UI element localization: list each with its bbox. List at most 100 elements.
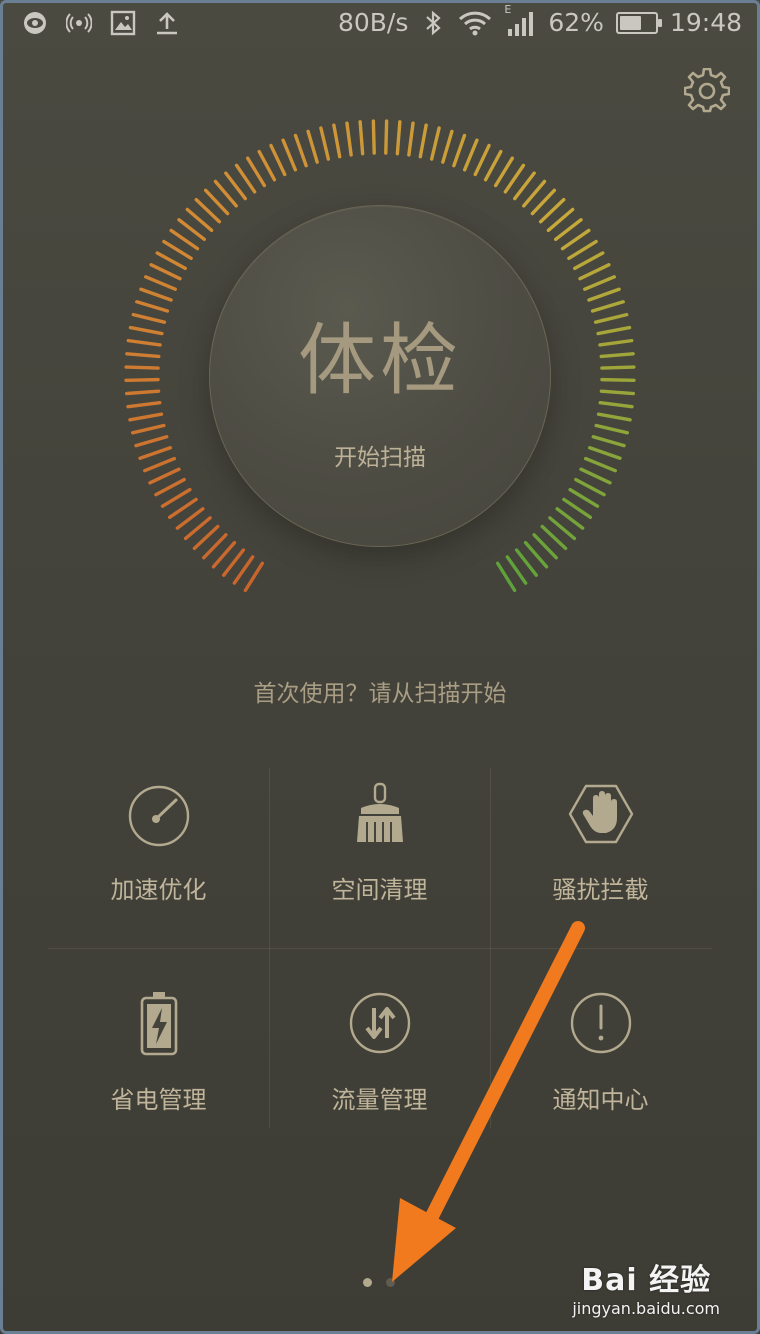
- tool-data-manage[interactable]: 流量管理: [269, 978, 490, 1158]
- ring-tick: [588, 446, 622, 460]
- ring-tick: [293, 133, 308, 168]
- scan-title: 体检: [297, 316, 462, 406]
- page-dot-active[interactable]: [363, 1278, 372, 1287]
- hotspot-icon: [66, 13, 92, 33]
- ring-tick: [593, 312, 629, 324]
- ring-tick: [134, 435, 169, 448]
- ring-tick: [345, 121, 353, 157]
- ring-tick: [418, 123, 428, 159]
- ring-tick: [568, 487, 600, 508]
- ring-tick: [600, 377, 636, 382]
- ring-tick: [319, 126, 331, 161]
- tool-notification-center[interactable]: 通知中心: [490, 978, 711, 1158]
- grid-divider: [48, 948, 712, 949]
- ring-tick: [495, 561, 517, 593]
- ring-tick: [503, 163, 526, 194]
- ring-tick: [567, 239, 598, 261]
- ring-tick: [135, 300, 170, 313]
- tool-speed-up[interactable]: 加速优化: [48, 768, 269, 948]
- ring-tick: [562, 497, 593, 520]
- tool-label: 空间清理: [331, 876, 428, 904]
- battery-charge-icon: [140, 992, 177, 1056]
- page-dot[interactable]: [386, 1278, 395, 1287]
- tool-label: 加速优化: [110, 876, 207, 904]
- ring-tick: [162, 239, 193, 261]
- watermark-url: jingyan.baidu.com: [572, 1299, 720, 1318]
- ring-tick: [371, 119, 376, 155]
- ring-tick: [306, 129, 319, 164]
- status-bar: 80B/s E 62% 19:48: [0, 0, 760, 52]
- gear-icon[interactable]: [684, 68, 730, 114]
- ring-tick: [407, 121, 415, 157]
- ring-tick: [269, 143, 287, 177]
- ring-tick: [596, 325, 632, 336]
- ring-tick: [128, 412, 164, 422]
- ring-tick: [155, 251, 187, 271]
- ring-tick: [395, 120, 402, 156]
- ring-tick: [578, 263, 611, 281]
- ring-tick: [594, 423, 630, 435]
- ring-tick: [128, 325, 164, 336]
- ring-tick: [452, 133, 467, 168]
- tool-label: 省电管理: [110, 1086, 207, 1114]
- net-speed: 80B/s: [337, 8, 409, 37]
- tool-power-save[interactable]: 省电管理: [48, 978, 269, 1158]
- tool-label: 通知中心: [552, 1086, 649, 1114]
- ring-tick: [124, 365, 160, 370]
- ring-tick: [579, 467, 612, 485]
- battery-icon: [615, 11, 662, 34]
- data-traffic-icon: [349, 992, 410, 1054]
- ring-tick: [505, 555, 528, 585]
- clock: 19:48: [669, 8, 742, 37]
- scan-hint: 首次使用？请从扫描开始: [253, 681, 507, 707]
- hand-block-icon: [568, 784, 633, 844]
- tool-space-clean[interactable]: 空间清理: [269, 768, 490, 948]
- ring-tick: [560, 228, 591, 251]
- ring-tick: [160, 487, 192, 508]
- ring-tick: [587, 287, 621, 302]
- tool-label: 流量管理: [331, 1086, 428, 1114]
- ring-tick: [600, 365, 636, 370]
- bluetooth-icon: [426, 10, 442, 35]
- tool-label: 骚扰拦截: [552, 876, 649, 904]
- ring-tick: [590, 300, 625, 313]
- ring-tick: [598, 338, 634, 347]
- watermark: Bai 经验 jingyan.baidu.com: [572, 1255, 720, 1318]
- ring-tick: [148, 467, 181, 485]
- ring-tick: [126, 338, 162, 347]
- image-icon: [110, 10, 136, 36]
- ring-tick: [149, 263, 182, 281]
- ring-tick: [234, 163, 257, 194]
- scan-button[interactable]: 体检 开始扫描: [209, 205, 551, 547]
- ring-tick: [144, 275, 177, 291]
- upload-icon: [157, 12, 177, 35]
- ring-tick: [429, 126, 441, 161]
- signal-icon: E: [504, 3, 536, 37]
- ring-tick: [332, 123, 342, 159]
- ring-tick: [257, 149, 277, 182]
- ring-tick: [599, 352, 635, 359]
- battery-percent: 62%: [548, 8, 604, 37]
- ring-tick: [245, 156, 267, 188]
- speedometer-icon: [128, 785, 189, 847]
- ring-tick: [126, 401, 162, 409]
- notification-icon: [570, 992, 631, 1054]
- page-indicator[interactable]: [363, 1278, 395, 1287]
- ring-tick: [384, 119, 389, 155]
- ring-tick: [124, 377, 160, 382]
- ring-tick: [243, 561, 265, 593]
- ring-tick: [596, 412, 632, 422]
- ring-tick: [573, 251, 605, 271]
- scan-subtitle: 开始扫描: [334, 445, 426, 471]
- ring-tick: [167, 497, 198, 520]
- tools-grid: 加速优化 空间清理 骚扰拦截 省电管理 流量管理 通知中心: [48, 768, 712, 1128]
- ring-tick: [583, 275, 616, 291]
- tool-harass-block[interactable]: 骚扰拦截: [490, 768, 711, 948]
- ring-tick: [125, 352, 161, 359]
- ring-tick: [598, 401, 634, 409]
- eye-icon: [24, 12, 46, 34]
- ring-tick: [124, 389, 161, 396]
- ring-tick: [473, 143, 491, 177]
- ring-tick: [169, 228, 200, 251]
- ring-tick: [574, 477, 606, 497]
